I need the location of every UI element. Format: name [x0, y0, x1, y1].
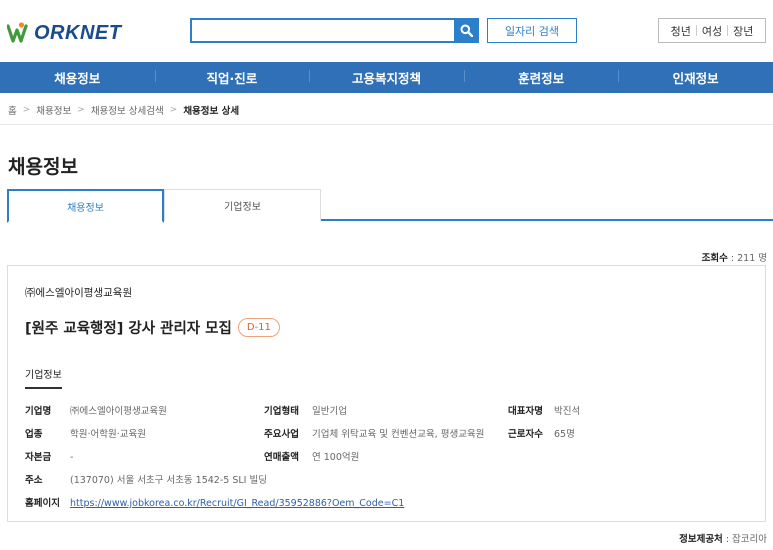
search-icon: [460, 24, 473, 37]
page-title: 채용정보: [8, 156, 78, 178]
field-industry: 업종 학원·어학원·교육원: [25, 426, 146, 440]
breadcrumb-detail-search[interactable]: 채용정보 상세검색: [91, 103, 164, 117]
view-count: 조회수 : 211 명: [702, 250, 767, 264]
tab-company-info[interactable]: 기업정보: [164, 189, 321, 221]
link-youth[interactable]: 청년: [666, 23, 696, 39]
field-company-type: 기업형태 일반기업: [264, 403, 347, 417]
search-button[interactable]: [454, 18, 479, 43]
view-count-value: : 211 명: [727, 253, 767, 264]
dday-badge: D-11: [237, 318, 280, 337]
target-group-links: 청년 여성 장년: [658, 18, 766, 43]
worknet-logo[interactable]: ORKNET: [6, 20, 122, 46]
field-employees: 근로자수 65명: [508, 426, 575, 440]
field-value: (137070) 서울 서초구 서초동 1542-5 SLI 빌딩: [70, 475, 267, 486]
job-title-text: [원주 교육행정] 강사 관리자 모집: [25, 321, 232, 337]
chevron-right-icon: >: [77, 105, 85, 115]
link-women[interactable]: 여성: [697, 23, 727, 39]
info-provider-value: : 잡코리아: [722, 534, 767, 545]
section-label-company-info: 기업정보: [25, 366, 62, 389]
field-business: 주요사업 기업체 위탁교육 및 컨벤션교육, 평생교육원: [264, 426, 484, 440]
field-value: 65명: [554, 429, 575, 440]
field-label: 주요사업: [264, 429, 299, 440]
chevron-right-icon: >: [22, 105, 31, 115]
field-label: 기업형태: [264, 406, 299, 417]
company-name[interactable]: ㈜에스엘아이평생교육원: [25, 285, 132, 300]
field-capital: 자본금 -: [25, 449, 73, 463]
field-value: -: [70, 452, 74, 463]
view-count-label: 조회수: [701, 253, 728, 264]
field-homepage: 홈페이지 https://www.jobkorea.co.kr/Recruit/G…: [25, 495, 404, 509]
field-label: 연매출액: [264, 452, 299, 463]
nav-item-training[interactable]: 훈련정보: [463, 68, 619, 87]
field-label: 대표자명: [508, 406, 543, 417]
field-value: 기업체 위탁교육 및 컨벤션교육, 평생교육원: [312, 429, 485, 440]
search-input[interactable]: [190, 18, 454, 43]
field-sales: 연매출액 연 100억원: [264, 449, 359, 463]
field-label: 주소: [25, 475, 43, 486]
breadcrumb-home[interactable]: 홈: [8, 103, 17, 117]
field-address: 주소 (137070) 서울 서초구 서초동 1542-5 SLI 빌딩: [25, 472, 267, 486]
homepage-link[interactable]: https://www.jobkorea.co.kr/Recruit/GI_Re…: [70, 498, 404, 509]
job-detail-card: ㈜에스엘아이평생교육원 [원주 교육행정] 강사 관리자 모집 D-11 기업정…: [7, 265, 766, 522]
header: ORKNET 일자리 검색 청년 여성 장년: [0, 0, 773, 62]
nav-item-job-info[interactable]: 채용정보: [0, 68, 155, 87]
divider: [0, 124, 773, 125]
nav-item-welfare-policy[interactable]: 고용복지정책: [309, 68, 464, 87]
field-label: 업종: [25, 429, 43, 440]
field-value: ㈜에스엘아이평생교육원: [70, 406, 167, 417]
nav-item-talent[interactable]: 인재정보: [618, 68, 773, 87]
breadcrumb: 홈 > 채용정보 > 채용정보 상세검색 > 채용정보 상세: [8, 103, 239, 117]
breadcrumb-current: 채용정보 상세: [183, 106, 240, 117]
chevron-right-icon: >: [169, 105, 178, 115]
field-company-name: 기업명 ㈜에스엘아이평생교육원: [25, 403, 167, 417]
field-label: 기업명: [25, 406, 52, 417]
tab-bar: 채용정보 기업정보: [7, 189, 773, 223]
link-seniors[interactable]: 장년: [728, 23, 758, 39]
info-provider-label: 정보제공처: [679, 534, 723, 545]
main-navigation: 채용정보 직업·진로 고용복지정책 훈련정보 인재정보: [0, 62, 773, 93]
field-ceo: 대표자명 박진석: [508, 403, 580, 417]
field-value: 일반기업: [312, 406, 347, 417]
info-provider: 정보제공처 : 잡코리아: [679, 531, 767, 545]
field-label: 자본금: [25, 452, 52, 463]
logo-text: ORKNET: [34, 21, 122, 44]
field-value: 박진석: [554, 406, 581, 417]
nav-item-career[interactable]: 직업·진로: [154, 68, 310, 87]
field-value: 연 100억원: [312, 452, 360, 463]
field-label: 홈페이지: [25, 498, 60, 509]
breadcrumb-job-info[interactable]: 채용정보: [36, 103, 71, 117]
field-label: 근로자수: [508, 429, 543, 440]
job-search-button[interactable]: 일자리 검색: [487, 18, 577, 43]
job-title: [원주 교육행정] 강사 관리자 모집 D-11: [25, 317, 280, 338]
tab-job-info[interactable]: 채용정보: [7, 189, 164, 223]
field-value: 학원·어학원·교육원: [70, 429, 146, 440]
worknet-logo-icon: [6, 21, 33, 45]
